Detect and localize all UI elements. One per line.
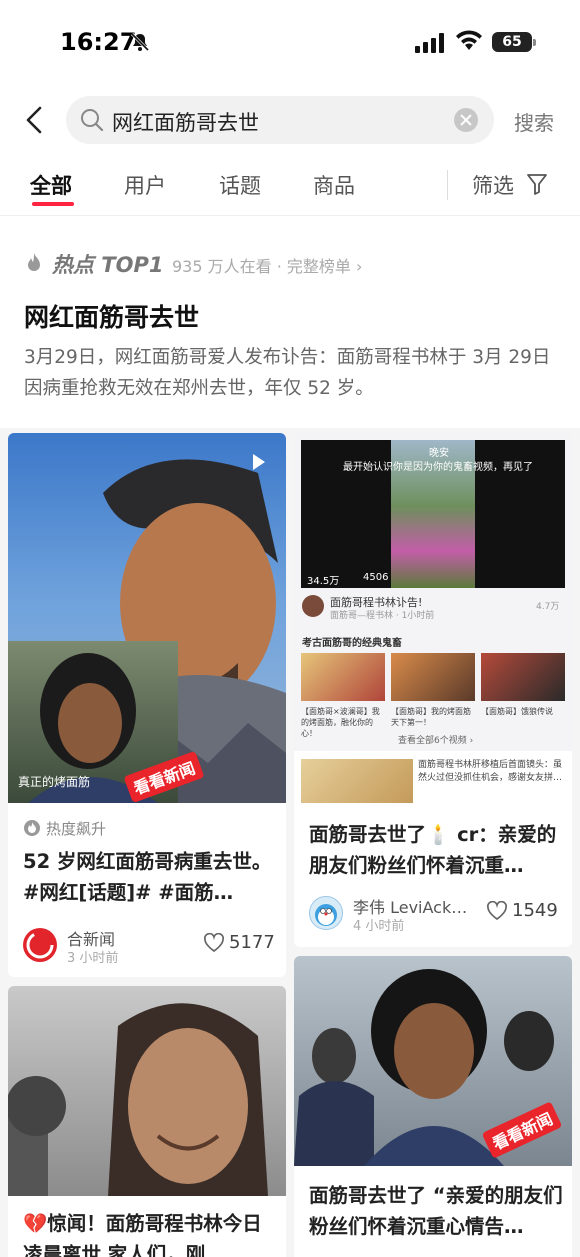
card-image: 真正的烤面筋 看看新闻 [8, 433, 286, 803]
status-bar: 16:27 65 [0, 0, 580, 88]
trending-icon [24, 820, 40, 836]
video-caption: 最开始认识你是因为你的鬼畜视频，再见了 [343, 462, 533, 473]
back-arrow-icon[interactable] [22, 105, 46, 135]
post-time: 4 小时前 [353, 919, 405, 934]
search-row: 网红面筋哥去世 搜索 [0, 95, 580, 145]
search-input[interactable]: 网红面筋哥去世 [66, 96, 494, 144]
post-likes: 4.7万 [536, 602, 560, 612]
tab-divider [447, 170, 448, 200]
post-subtitle: 面筋哥—程书林 · 1小时前 [330, 611, 435, 621]
view-count: 34.5万 [307, 576, 340, 587]
video-thumbnail [391, 653, 475, 701]
section-title: 考古面筋哥的经典鬼畜 [302, 638, 402, 649]
search-button[interactable]: 搜索 [514, 107, 554, 136]
bell-off-icon [130, 32, 150, 52]
news-logo-icon [26, 931, 54, 959]
trending-badge: 热度飙升 [46, 820, 107, 838]
portrait-image [8, 1003, 268, 1196]
thumbnail-title: 【面筋哥×波澜哥】我的烤面筋，融化你的心！ [301, 707, 380, 738]
filter-icon[interactable] [526, 172, 548, 196]
related-title: 面筋哥程书林肝移植后首面镜头：虽然火过但没抓住机会，感谢女友拼… [418, 760, 563, 783]
search-icon [81, 109, 104, 132]
tab-products[interactable]: 商品 [313, 170, 355, 200]
hot-rank-label: 热点 TOP1 [52, 253, 164, 277]
filter-button[interactable]: 筛选 [472, 170, 514, 200]
thumbnail-title: 【面筋哥】饿狼传说 [481, 707, 553, 716]
note-card[interactable]: 💔惊闻！面筋哥程书林今日凌晨离世 家人们，刚… [8, 986, 286, 1257]
post-time: 3 小时前 [67, 951, 119, 966]
card-title: 面筋哥去世了 “亲爱的朋友们粉丝们怀着沉重心情告… [309, 1184, 563, 1238]
signal-icon [415, 33, 444, 53]
comment-count: 4506 [363, 572, 389, 583]
play-icon [253, 454, 265, 470]
related-post: 面筋哥程书林肝移植后首面镜头：虽然火过但没抓住机会，感谢女友拼… [294, 751, 572, 808]
note-card[interactable]: 看看新闻 面筋哥去世了 “亲爱的朋友们粉丝们怀着沉重心情告… [294, 956, 572, 1257]
avatar[interactable] [309, 896, 343, 930]
search-query: 网红面筋哥去世 [112, 111, 259, 135]
video-thumbnail [481, 653, 565, 701]
video-caption: 晚安 [429, 448, 449, 459]
card-image: 看看新闻 [294, 956, 572, 1166]
tab-topics[interactable]: 话题 [219, 170, 261, 200]
hot-meta[interactable]: 935 万人在看 · 完整榜单 › [172, 253, 362, 277]
author-row[interactable]: 李伟 LeviAck… 4 小时前 1549 [309, 894, 564, 934]
video-thumbnail [301, 653, 385, 701]
heart-icon[interactable] [486, 901, 508, 921]
like-count: 1549 [512, 900, 558, 921]
card-title: 💔惊闻！面筋哥程书林今日凌晨离世 家人们，刚… [23, 1212, 262, 1257]
card-image [8, 986, 286, 1196]
status-time: 16:27 [60, 28, 137, 56]
tab-all[interactable]: 全部 [30, 170, 72, 200]
avatar[interactable] [23, 928, 57, 962]
avatar [302, 595, 324, 617]
note-card[interactable]: 晚安 最开始认识你是因为你的鬼畜视频，再见了 34.5万 4506 面筋哥程书林… [294, 433, 572, 947]
clear-icon[interactable] [454, 108, 478, 132]
like-count: 5177 [229, 932, 275, 953]
tab-users[interactable]: 用户 [124, 170, 166, 200]
hot-title[interactable]: 网红面筋哥去世 [24, 298, 199, 334]
hot-description: 3月29日，网红面筋哥爱人发布讣告：面筋哥程书林于 3月 29日因病重抢救无效在… [24, 347, 551, 399]
card-image: 晚安 最开始认识你是因为你的鬼畜视频，再见了 34.5万 4506 面筋哥程书林… [294, 433, 572, 808]
video-screenshot: 晚安 最开始认识你是因为你的鬼畜视频，再见了 34.5万 4506 [301, 440, 565, 588]
author-row[interactable]: 合新闻 3 小时前 5177 [23, 926, 278, 966]
heart-icon[interactable] [203, 933, 225, 953]
wifi-icon [456, 30, 482, 50]
note-card[interactable]: 真正的烤面筋 看看新闻 热度飙升 52 岁网红面筋哥病重去世。 #网红[话题]#… [8, 433, 286, 977]
thumbnail-title: 【面筋哥】我的烤面筋天下第一！ [391, 707, 471, 727]
search-tabs: 全部 用户 话题 商品 筛选 [0, 160, 580, 216]
image-caption: 真正的烤面筋 [18, 775, 91, 789]
battery-indicator: 65 [492, 32, 536, 52]
cartoon-cat-icon [315, 904, 337, 926]
hot-topic-header[interactable]: 热点 TOP1 935 万人在看 · 完整榜单 › [24, 248, 564, 278]
card-title: 52 岁网红面筋哥病重去世。 #网红[话题]# #面筋… [23, 850, 272, 904]
related-thumbnail [301, 759, 413, 803]
card-title: 面筋哥去世了🕯️ cr：亲爱的朋友们粉丝们怀着沉重… [309, 823, 557, 877]
flame-icon [28, 253, 40, 271]
view-all-link: 查看全部6个视频 › [398, 736, 474, 746]
active-tab-indicator [32, 202, 74, 206]
